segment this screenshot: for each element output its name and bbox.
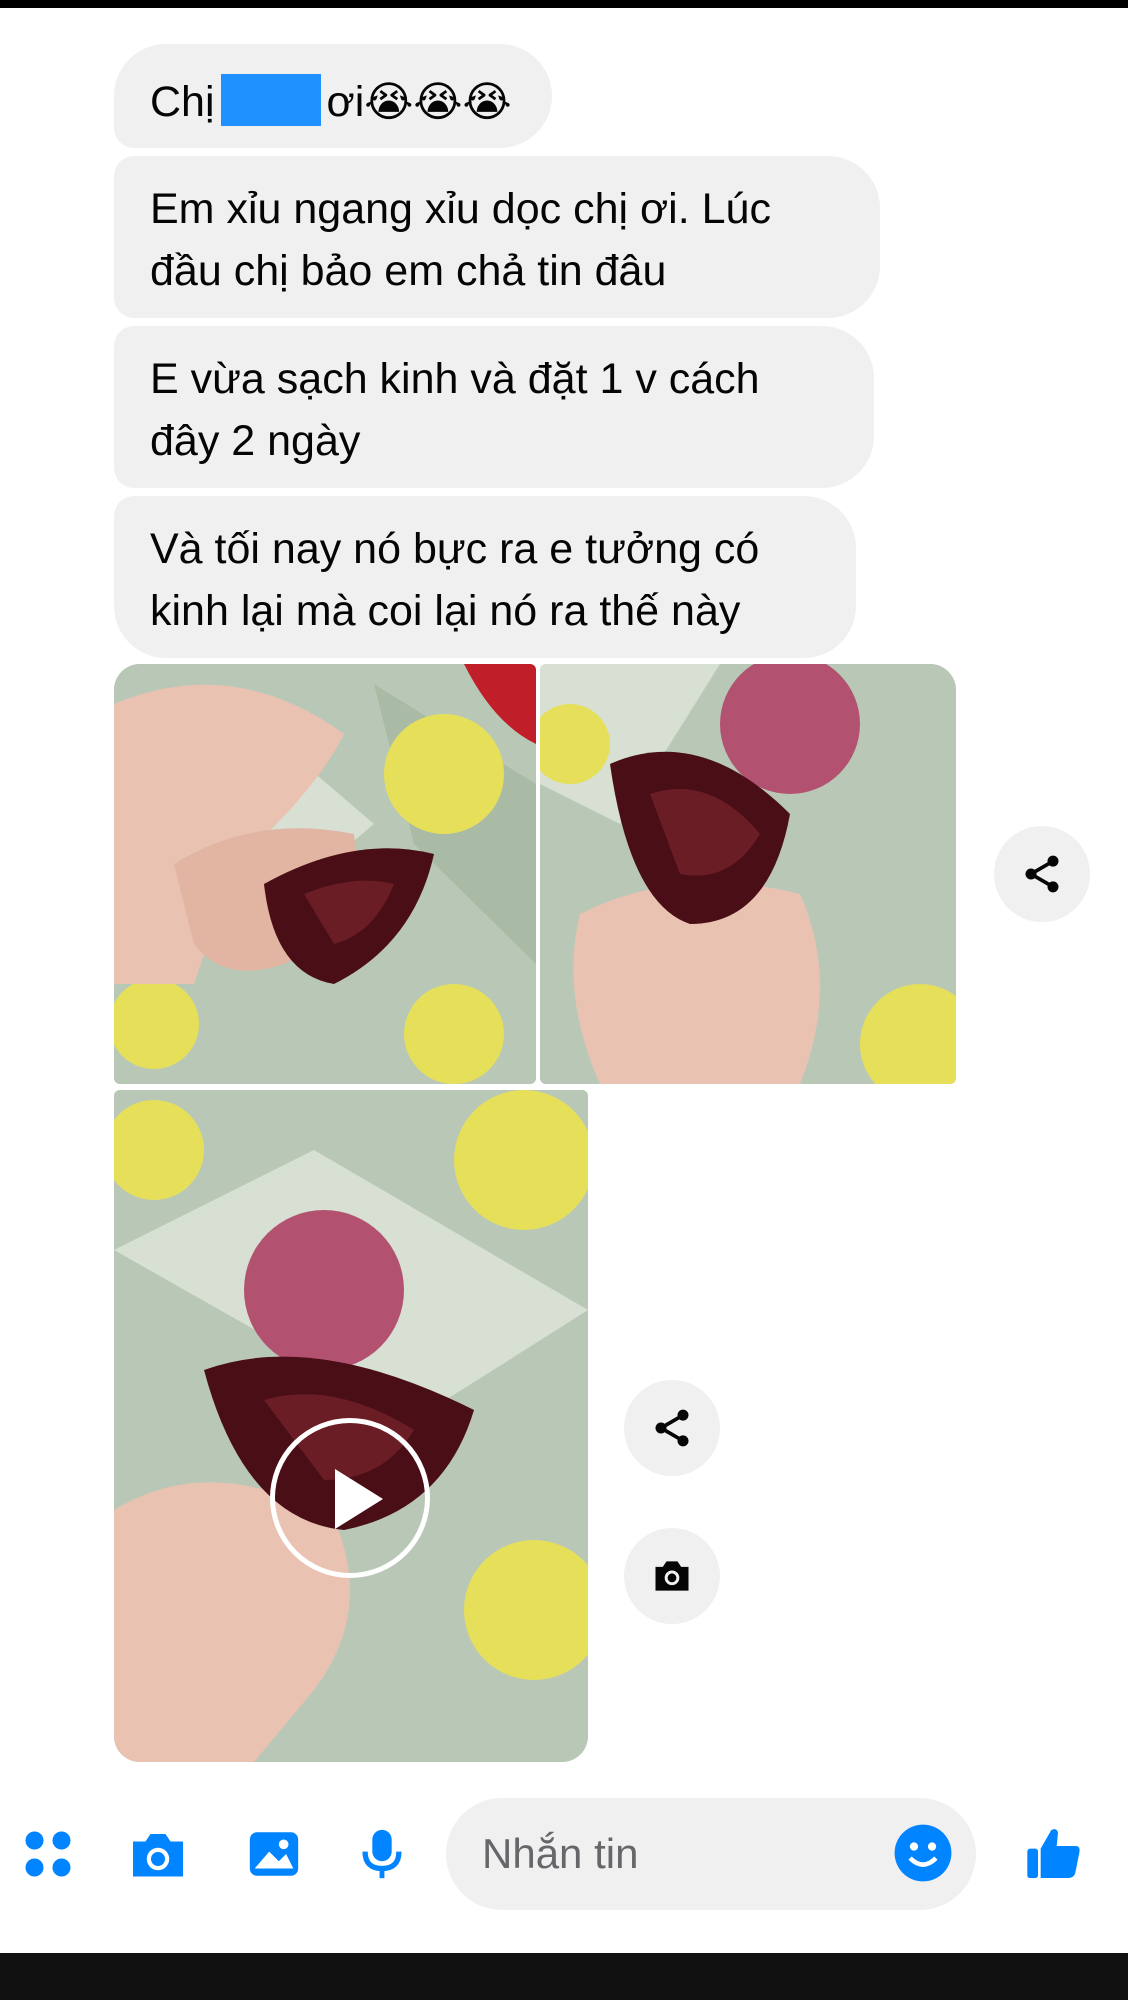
photo-image [540,664,956,1084]
gallery-button[interactable] [244,1824,304,1884]
camera-icon [655,1561,689,1591]
message-line: đầu chị bảo em chả tin đâu [150,247,667,295]
photo-attachment[interactable] [114,664,536,1084]
photo-image [114,664,536,1084]
apps-icon [25,1831,71,1877]
message-text: Chị [150,78,215,126]
camera-button[interactable] [128,1824,188,1884]
play-icon[interactable] [270,1418,430,1578]
like-button[interactable] [1022,1822,1086,1891]
microphone-button[interactable] [352,1824,412,1884]
message-composer: Nhắn tin [0,1762,1128,1952]
message-bubble[interactable]: E vừa sạch kinh và đặt 1 v cách đây 2 ng… [114,326,874,488]
message-bubble[interactable]: Chị ơi😭😭😭 [114,44,552,148]
message-line: Và tối nay nó bực ra e tưởng có [150,525,760,573]
share-icon [655,1409,689,1447]
navigation-bar [0,1953,1128,2000]
status-bar [0,0,1128,8]
apps-button[interactable] [18,1824,78,1884]
emoji-icon[interactable] [892,1822,954,1884]
redacted-name [220,74,321,126]
share-icon [1025,855,1059,893]
camera-button[interactable] [624,1528,720,1624]
crying-emoji-icon: 😭😭😭 [364,78,512,125]
message-input-placeholder: Nhắn tin [482,1830,639,1877]
photo-attachment[interactable] [540,664,956,1084]
message-input[interactable]: Nhắn tin [446,1798,976,1910]
message-bubble[interactable]: Và tối nay nó bực ra e tưởng có kinh lại… [114,496,856,658]
camera-icon [133,1834,183,1877]
message-line: Em xỉu ngang xỉu dọc chị ơi. Lúc [150,185,771,233]
share-button[interactable] [624,1380,720,1476]
messenger-screen: Chị ơi😭😭😭 Em xỉu ngang xỉu dọc chị ơi. Lú… [0,0,1128,1953]
message-line: E vừa sạch kinh và đặt 1 v cách [150,355,760,403]
gallery-icon [249,1832,299,1876]
message-text: ơi [326,78,365,126]
message-line: đây 2 ngày [150,417,361,465]
share-button[interactable] [994,826,1090,922]
message-bubble[interactable]: Em xỉu ngang xỉu dọc chị ơi. Lúc đầu chị… [114,156,880,318]
video-attachment[interactable] [114,1090,588,1762]
like-icon [1027,1829,1080,1878]
microphone-icon [362,1829,402,1879]
message-line: kinh lại mà coi lại nó ra thế này [150,587,741,635]
